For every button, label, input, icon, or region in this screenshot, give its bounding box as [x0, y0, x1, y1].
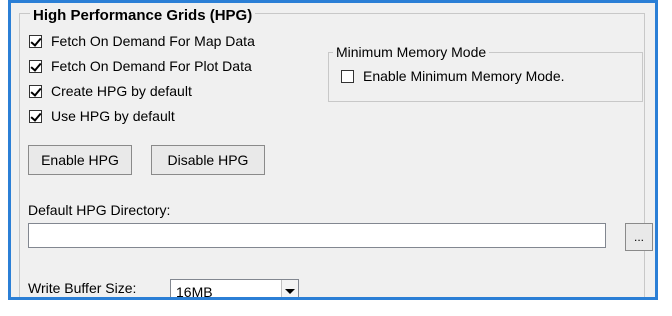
- write-buffer-size-select[interactable]: 16MB: [170, 279, 299, 300]
- fetch-plot-data-label: Fetch On Demand For Plot Data: [51, 58, 252, 74]
- default-hpg-directory-label: Default HPG Directory:: [28, 202, 171, 218]
- hpg-groupbox: High Performance Grids (HPG) Fetch On De…: [19, 7, 653, 300]
- use-hpg-checkbox-row[interactable]: Use HPG by default: [29, 108, 175, 124]
- create-hpg-checkbox-row[interactable]: Create HPG by default: [29, 83, 192, 99]
- enable-min-memory-label: Enable Minimum Memory Mode.: [363, 68, 565, 84]
- disable-hpg-button[interactable]: Disable HPG: [151, 145, 265, 175]
- fetch-plot-data-checkbox[interactable]: [29, 59, 42, 73]
- fetch-map-data-checkbox[interactable]: [29, 34, 42, 48]
- write-buffer-size-value: 16MB: [176, 283, 213, 300]
- fetch-plot-data-checkbox-row[interactable]: Fetch On Demand For Plot Data: [29, 58, 252, 74]
- settings-panel-frame: High Performance Grids (HPG) Fetch On De…: [8, 0, 658, 300]
- chevron-down-icon[interactable]: [281, 280, 298, 297]
- browse-directory-button[interactable]: ...: [625, 223, 653, 251]
- enable-min-memory-checkbox[interactable]: [341, 69, 354, 83]
- use-hpg-label: Use HPG by default: [51, 108, 175, 124]
- write-buffer-size-label: Write Buffer Size:: [28, 280, 137, 296]
- create-hpg-label: Create HPG by default: [51, 83, 192, 99]
- enable-min-memory-checkbox-row[interactable]: Enable Minimum Memory Mode.: [341, 68, 565, 84]
- use-hpg-checkbox[interactable]: [29, 109, 42, 123]
- minimum-memory-group-title: Minimum Memory Mode: [333, 44, 490, 60]
- create-hpg-checkbox[interactable]: [29, 84, 42, 98]
- hpg-directory-input[interactable]: [28, 223, 606, 248]
- minimum-memory-groupbox: Minimum Memory Mode Enable Minimum Memor…: [328, 44, 643, 102]
- fetch-map-data-checkbox-row[interactable]: Fetch On Demand For Map Data: [29, 33, 255, 49]
- hpg-group-title: High Performance Grids (HPG): [30, 7, 256, 24]
- enable-hpg-button[interactable]: Enable HPG: [28, 145, 132, 175]
- fetch-map-data-label: Fetch On Demand For Map Data: [51, 33, 255, 49]
